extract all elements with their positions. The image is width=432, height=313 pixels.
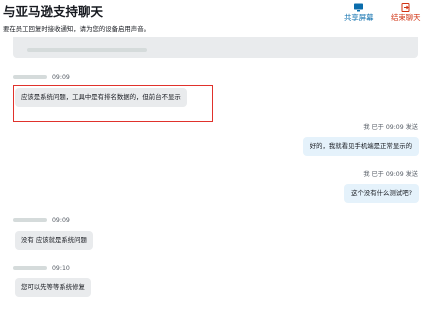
my-message-bubble: 好的，我就看见手机端是正常显示的 <box>302 137 419 156</box>
monitor-icon <box>354 3 364 12</box>
agent-message-bubble: 没有 应该就是系统问题 <box>15 231 93 250</box>
message-text: 这个没有什么测试吧? <box>351 189 412 197</box>
share-screen-button[interactable]: 共享屏幕 <box>344 3 374 23</box>
agent-name-redacted <box>13 266 47 270</box>
message-text: 没有 应该就是系统问题 <box>21 236 87 244</box>
message-meta: 我 已于 09:09 发送 <box>363 124 418 132</box>
message-sender-time: 我 已于 09:09 发送 <box>363 124 418 131</box>
message-time: 09:09 <box>52 74 70 81</box>
message-meta: 09:10 <box>13 265 70 273</box>
message-text: 您可以先等等系统修复 <box>21 283 85 291</box>
notification-hint: 要在员工回复时接收通知，请为您的设备启用声音。 <box>3 25 150 33</box>
agent-name-redacted <box>13 218 47 222</box>
agent-name-redacted <box>13 75 47 79</box>
redacted-text <box>27 48 147 52</box>
message-time: 09:10 <box>52 265 70 272</box>
page-title: 与亚马逊支持聊天 <box>3 4 104 19</box>
highlight-box <box>13 85 213 122</box>
agent-message-bubble: 您可以先等等系统修复 <box>15 278 91 297</box>
message-meta: 09:09 <box>13 217 70 225</box>
exit-icon <box>401 3 410 12</box>
chat-header: 与亚马逊支持聊天 要在员工回复时接收通知，请为您的设备启用声音。 共享屏幕 结束… <box>0 0 432 37</box>
end-chat-button[interactable]: 结束聊天 <box>391 3 421 23</box>
share-screen-label: 共享屏幕 <box>344 13 374 22</box>
my-message-bubble: 这个没有什么测试吧? <box>344 184 419 203</box>
message-text: 好的，我就看见手机端是正常显示的 <box>309 142 412 150</box>
message-meta: 我 已于 09:09 发送 <box>363 171 418 179</box>
end-chat-label: 结束聊天 <box>391 13 421 22</box>
message-time: 09:09 <box>52 217 70 224</box>
message-sender-time: 我 已于 09:09 发送 <box>363 171 418 178</box>
message-meta: 09:09 <box>13 74 70 82</box>
